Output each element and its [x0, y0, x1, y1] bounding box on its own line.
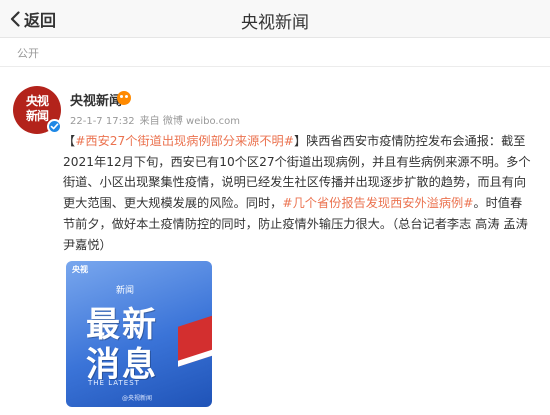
top-bar: 返回 央视新闻	[0, 0, 550, 38]
image-logo: 央视	[72, 265, 88, 274]
author-name[interactable]: 央视新闻	[70, 90, 122, 109]
topic-link[interactable]: #西安27个街道出现病例部分来源不明#	[75, 134, 294, 148]
post-time: 22-1-7 17:32	[70, 116, 135, 127]
post-source: 来自 微博 weibo.com	[139, 116, 240, 127]
avatar-text-line1: 央视	[25, 94, 49, 108]
verified-badge-icon	[47, 119, 62, 134]
page-title: 央视新闻	[241, 13, 309, 33]
divider	[0, 66, 550, 67]
image-brand: 新闻	[116, 286, 135, 296]
image-watermark: @央视新闻	[122, 395, 153, 402]
post-image[interactable]: 央视 新闻 最新 消息 THE LATEST @央视新闻	[66, 261, 212, 407]
vip-badge-icon	[117, 91, 131, 105]
image-subtitle: THE LATEST	[88, 379, 140, 387]
post-body: 【#西安27个街道出现病例部分来源不明#】陕西省西安市疫情防控发布会通报：截至2…	[63, 134, 531, 252]
post-meta: 22-1-7 17:32 来自 微博 weibo.com	[70, 112, 245, 127]
visibility-label: 公开	[17, 47, 39, 60]
topic-link-2[interactable]: #几个省份报告发现西安外溢病例#	[282, 196, 473, 210]
